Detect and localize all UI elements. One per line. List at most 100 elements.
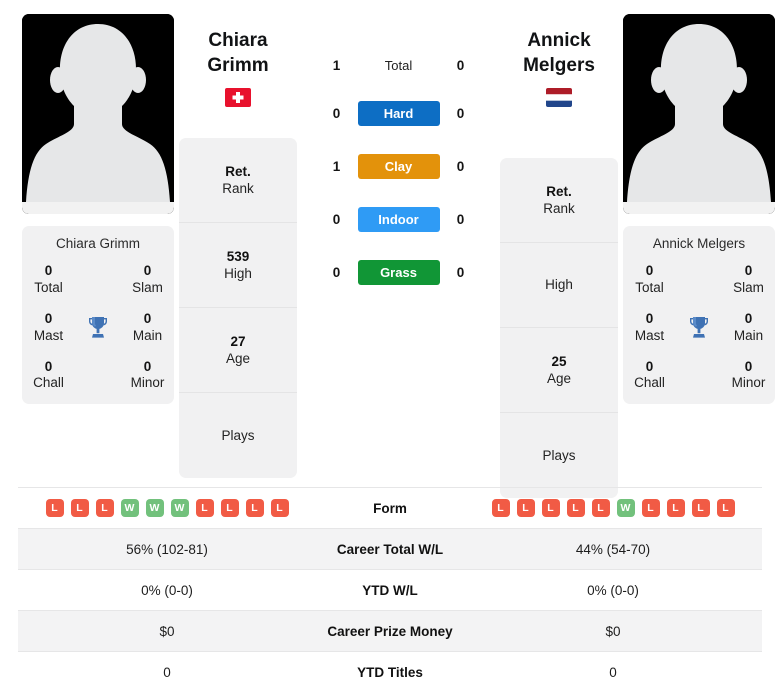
h2h-left-score: 1 xyxy=(332,159,341,174)
right-titles-minor-label: Minor xyxy=(731,375,766,391)
h2h-label-cell: Hard xyxy=(350,101,448,126)
form-badge-loss[interactable]: L xyxy=(195,499,214,517)
right-form-strip: LLLLLWLLLL xyxy=(464,499,762,517)
player-comparison-page: Chiara Grimm 0 Total 0 Slam 0 Mast 0 Mai… xyxy=(0,0,779,699)
right-player-info-card: Ret. Rank High 25 Age Plays xyxy=(500,158,618,499)
h2h-right-score: 0 xyxy=(456,159,465,174)
h2h-row-hard: 0 Hard 0 xyxy=(324,101,474,126)
form-badge-loss[interactable]: L xyxy=(541,499,560,517)
trophy-icon xyxy=(690,316,708,338)
left-titles-mast: 0 Mast xyxy=(22,311,75,345)
left-age-value: 27 xyxy=(230,333,246,349)
form-badge-loss[interactable]: L xyxy=(516,499,535,517)
right-titles-chall: 0 Chall xyxy=(623,359,676,393)
left-titles-total-value: 0 xyxy=(44,263,53,278)
h2h-label-cell: Total xyxy=(350,58,448,73)
left-titles-mast-label: Mast xyxy=(33,327,64,343)
right-career-total-w-l-cell: 44% (54-70) xyxy=(575,541,651,557)
left-titles-slam-value: 0 xyxy=(143,263,152,278)
comparison-header: Chiara Grimm 0 Total 0 Slam 0 Mast 0 Mai… xyxy=(0,0,779,499)
table-row: 56% (102-81) Career Total W/L 44% (54-70) xyxy=(18,528,762,570)
h2h-row-indoor: 0 Indoor 0 xyxy=(324,207,474,232)
form-badge-loss[interactable]: L xyxy=(220,499,239,517)
left-plays-row: Plays xyxy=(179,393,297,478)
form-badge-win[interactable]: W xyxy=(145,499,164,517)
left-player-identity: Chiara Grimm Ret. Rank 539 High 27 Age P… xyxy=(178,0,298,479)
stat-label-ytd-titles: YTD Titles xyxy=(357,664,423,680)
left-titles-total-label: Total xyxy=(34,279,63,295)
h2h-row-total: 1 Total 0 xyxy=(324,58,474,73)
left-titles-minor-label: Minor xyxy=(130,375,165,391)
left-titles-main-label: Main xyxy=(132,327,163,343)
right-titles-total: 0 Total xyxy=(623,263,676,297)
stat-label-ytd-w-l: YTD W/L xyxy=(362,582,418,598)
left-player-name: Chiara Grimm xyxy=(207,28,268,78)
surface-badge-clay[interactable]: Clay xyxy=(357,154,440,179)
left-titles-minor: 0 Minor xyxy=(121,359,174,393)
right-card-player-name: Annick Melgers xyxy=(652,236,746,251)
left-ytd-w-l-cell: 0% (0-0) xyxy=(141,582,193,598)
right-rank-row: Ret. Rank xyxy=(500,158,618,244)
form-badge-win[interactable]: W xyxy=(120,499,139,517)
h2h-left-score: 1 xyxy=(332,58,341,73)
table-row: 0% (0-0) YTD W/L 0% (0-0) xyxy=(18,569,762,611)
left-titles-total: 0 Total xyxy=(22,263,75,297)
form-badge-loss[interactable]: L xyxy=(641,499,660,517)
left-rank-label: Rank xyxy=(222,181,254,197)
left-titles-main: 0 Main xyxy=(121,311,174,345)
left-titles-mast-value: 0 xyxy=(44,310,53,326)
right-titles-card: Annick Melgers 0 Total 0 Slam 0 Mast 0 M… xyxy=(623,226,775,405)
player-silhouette-icon xyxy=(22,14,174,214)
form-badge-loss[interactable]: L xyxy=(691,499,710,517)
form-badge-loss[interactable]: L xyxy=(270,499,289,517)
form-badge-loss[interactable]: L xyxy=(491,499,510,517)
surface-badge-hard[interactable]: Hard xyxy=(357,101,440,126)
table-row: $0 Career Prize Money $0 xyxy=(18,610,762,652)
head-to-head-column: 1 Total 0 0 Hard 0 1 Clay 0 0 Indoor 0 0 Grass 0 xyxy=(298,0,499,285)
stats-comparison-table: L L L W W W L L L L Form L L L L L W L L L L 56% (102-81) Care… xyxy=(18,487,762,693)
table-row: L L L W W W L L L L Form L L L L L W L L L L xyxy=(18,487,762,529)
form-badge-loss[interactable]: L xyxy=(566,499,585,517)
form-badge-loss[interactable]: L xyxy=(45,499,64,517)
form-badge-win[interactable]: W xyxy=(170,499,189,517)
h2h-left-score: 0 xyxy=(332,265,341,280)
right-player-last-name: Melgers xyxy=(523,55,595,77)
left-high-row: 539 High xyxy=(179,223,297,309)
stat-label-form: Form xyxy=(373,500,407,516)
form-badge-loss[interactable]: L xyxy=(716,499,735,517)
left-player-last-name: Grimm xyxy=(207,55,269,77)
left-rank-value: Ret. xyxy=(225,163,251,179)
stat-label-career-prize-money: Career Prize Money xyxy=(327,623,453,639)
left-titles-chall-label: Chall xyxy=(33,375,64,391)
form-badge-loss[interactable]: L xyxy=(591,499,610,517)
right-age-value: 25 xyxy=(551,353,567,369)
form-badge-loss[interactable]: L xyxy=(95,499,114,517)
form-badge-loss[interactable]: L xyxy=(666,499,685,517)
left-career-prize-money-cell: $0 xyxy=(159,623,175,639)
surface-badge-grass[interactable]: Grass xyxy=(357,260,440,285)
player-silhouette-icon xyxy=(623,14,775,214)
left-titles-chall-value: 0 xyxy=(44,358,53,374)
left-rank-row: Ret. Rank xyxy=(179,138,297,224)
right-titles-main-value: 0 xyxy=(744,310,753,326)
left-titles-slam-label: Slam xyxy=(132,279,163,295)
right-plays-label: Plays xyxy=(542,447,576,463)
form-badge-loss[interactable]: L xyxy=(245,499,264,517)
surface-badge-indoor[interactable]: Indoor xyxy=(357,207,440,232)
right-player-name: Annick Melgers xyxy=(523,28,595,78)
right-titles-slam-label: Slam xyxy=(733,279,764,295)
form-badge-win[interactable]: W xyxy=(616,499,635,517)
left-age-row: 27 Age xyxy=(179,308,297,394)
table-row: 0 YTD Titles 0 xyxy=(18,651,762,693)
left-age-label: Age xyxy=(225,351,251,367)
right-titles-total-label: Total xyxy=(635,279,664,295)
h2h-row-clay: 1 Clay 0 xyxy=(324,154,474,179)
right-titles-minor-value: 0 xyxy=(744,358,753,374)
right-form-cell: LLLLLWLLLL xyxy=(464,488,762,529)
right-titles-total-value: 0 xyxy=(645,263,654,278)
left-high-label: High xyxy=(224,266,252,282)
form-badge-loss[interactable]: L xyxy=(70,499,89,517)
h2h-left-score: 0 xyxy=(332,106,341,121)
right-titles-chall-label: Chall xyxy=(634,375,665,391)
right-titles-mast-label: Mast xyxy=(634,327,665,343)
